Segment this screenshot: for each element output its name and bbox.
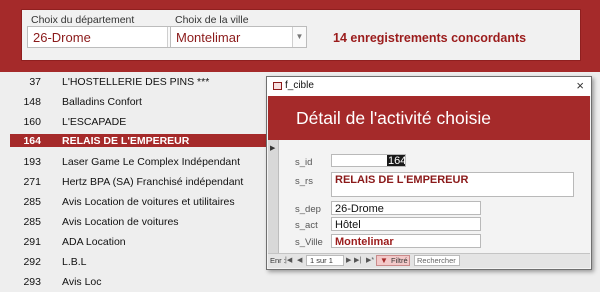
city-combobox[interactable]: Montelimar ▼ <box>170 26 307 48</box>
s-rs-label: s_rs <box>295 176 313 187</box>
s-rs-field[interactable]: RELAIS DE L'EMPEREUR <box>331 172 574 197</box>
form-header: Détail de l'activité choisie <box>268 96 590 140</box>
list-item-id: 291 <box>23 236 41 248</box>
city-label: Choix de la ville <box>175 14 249 26</box>
list-item-id: 292 <box>23 256 41 268</box>
s-ville-label: s_Ville <box>295 237 323 248</box>
list-item-id: 193 <box>23 156 41 168</box>
list-item-id: 285 <box>23 216 41 228</box>
list-item[interactable]: 293 Avis Loc <box>0 272 600 292</box>
s-act-field[interactable]: Hôtel <box>331 217 481 231</box>
department-label: Choix du département <box>31 14 135 26</box>
match-count-label: 14 enregistrements concordants <box>333 31 527 45</box>
funnel-icon: ▼ <box>380 256 388 265</box>
department-value: 26-Drome <box>33 30 91 45</box>
record-navigation-bar: Enr : |◀ ◀ 1 sur 1 ▶ ▶| ▶* ▼ Filtré Rech… <box>268 253 590 268</box>
list-item-id: 164 <box>23 135 41 147</box>
list-item-name: Balladins Confort <box>62 96 142 108</box>
s-dep-value: 26-Drome <box>335 203 384 215</box>
list-item-id: 148 <box>23 96 41 108</box>
list-item-name: Laser Game Le Complex Indépendant <box>62 156 241 168</box>
close-icon[interactable]: × <box>576 78 584 94</box>
record-selector-arrow-icon: ▶ <box>270 145 276 152</box>
filter-toggle-button[interactable]: ▼ Filtré <box>376 255 410 266</box>
list-item-name: L.B.L <box>62 256 87 268</box>
s-dep-label: s_dep <box>295 204 321 215</box>
list-item-name: Hertz BPA (SA) Franchisé indépendant <box>62 176 244 188</box>
list-item-name: Avis Loc <box>62 276 102 288</box>
filter-header-band: Choix du département 26-Drome ▼ Choix de… <box>0 0 600 72</box>
search-input[interactable]: Rechercher <box>414 255 460 266</box>
form-icon <box>273 82 282 90</box>
s-act-label: s_act <box>295 220 318 231</box>
list-item-id: 37 <box>29 76 41 88</box>
department-combobox[interactable]: 26-Drome ▼ <box>27 26 182 48</box>
s-id-value: 164 <box>387 155 406 167</box>
window-title: f_cible <box>285 80 314 91</box>
chevron-down-icon[interactable]: ▼ <box>292 27 306 47</box>
list-item-name: L'ESCAPADE <box>62 116 127 128</box>
form-title: Détail de l'activité choisie <box>296 108 491 128</box>
filter-toggle-label: Filtré <box>391 256 408 265</box>
list-item-id: 271 <box>23 176 41 188</box>
next-record-icon[interactable]: ▶ <box>346 256 351 264</box>
s-act-value: Hôtel <box>335 219 361 231</box>
list-item-id: 285 <box>23 196 41 208</box>
list-item-name: Avis Location de voitures <box>62 216 179 228</box>
window-titlebar[interactable]: f_cible × <box>267 77 591 96</box>
detail-popup-window: f_cible × Détail de l'activité choisie ▶… <box>266 76 592 270</box>
record-selector[interactable]: ▶ <box>268 140 279 253</box>
record-label: Enr : <box>270 256 286 265</box>
new-record-icon[interactable]: ▶* <box>366 256 374 264</box>
list-item-name: ADA Location <box>62 236 126 248</box>
list-item-name: Avis Location de voitures et utilitaires <box>62 196 235 208</box>
first-record-icon[interactable]: |◀ <box>285 256 292 264</box>
s-id-field[interactable]: 164 <box>331 154 406 167</box>
previous-record-icon[interactable]: ◀ <box>297 256 302 264</box>
record-number-field[interactable]: 1 sur 1 <box>306 255 344 266</box>
last-record-icon[interactable]: ▶| <box>354 256 361 264</box>
list-item-id: 293 <box>23 276 41 288</box>
s-dep-field[interactable]: 26-Drome <box>331 201 481 215</box>
s-ville-field[interactable]: Montelimar <box>331 234 481 248</box>
filter-panel: Choix du département 26-Drome ▼ Choix de… <box>21 9 581 61</box>
list-item-name: RELAIS DE L'EMPEREUR <box>62 135 190 147</box>
list-item-name: L'HOSTELLERIE DES PINS *** <box>62 76 210 88</box>
s-rs-value: RELAIS DE L'EMPEREUR <box>335 174 469 186</box>
city-value: Montelimar <box>176 30 241 45</box>
s-ville-value: Montelimar <box>335 236 394 248</box>
list-item-id: 160 <box>23 116 41 128</box>
s-id-label: s_id <box>295 157 313 168</box>
